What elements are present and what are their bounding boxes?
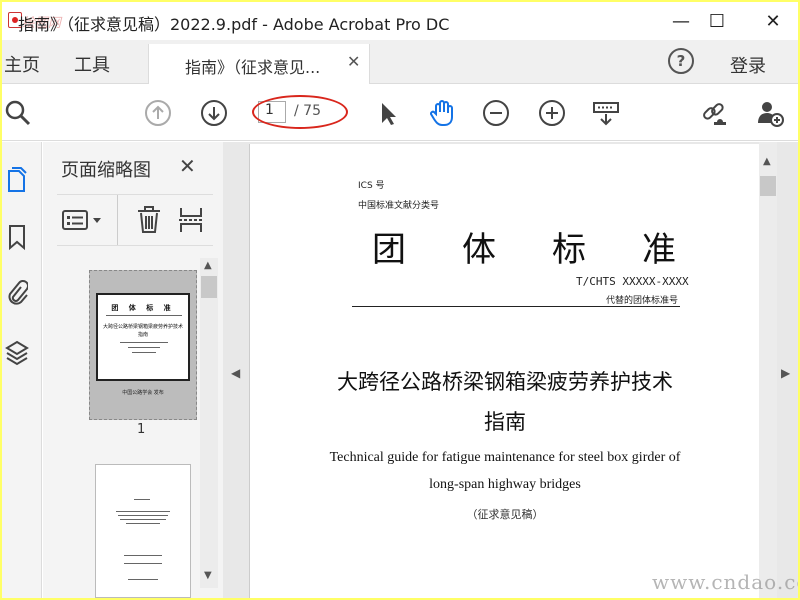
- attachment-icon[interactable]: [4, 278, 30, 308]
- thumbnail-2-text-line: [126, 523, 160, 524]
- pdf-page: ICS 号 中国标准文献分类号 团体标准 T/CHTS XXXXX-XXXX 代…: [249, 144, 759, 598]
- draft-note: （征求意见稿）: [466, 508, 544, 521]
- page-thumbnail-2[interactable]: [95, 464, 191, 598]
- thumbnail-1-footer: 中国公路学会 发布: [122, 390, 164, 396]
- thumbnail-1-rule: [106, 315, 182, 316]
- thumbnail-1-page: 团 体 标 准 大跨径公路桥梁钢箱梁疲劳养护技术 指南: [96, 293, 190, 381]
- options-menu-icon[interactable]: [61, 207, 105, 239]
- thumbnail-2-text-line: [118, 515, 168, 516]
- help-button[interactable]: ?: [668, 48, 694, 74]
- close-tab-button[interactable]: ✕: [347, 52, 360, 71]
- thumbnail-2-text-line: [134, 499, 150, 500]
- login-button[interactable]: 登录: [730, 52, 766, 78]
- tab-home[interactable]: 主页: [4, 51, 40, 77]
- delete-page-icon[interactable]: [135, 205, 163, 239]
- thumbnail-scroll-thumb[interactable]: [201, 276, 217, 298]
- ics-number: ICS 号: [358, 181, 385, 191]
- panel-toolbar: [57, 194, 213, 246]
- read-mode-icon[interactable]: [590, 97, 622, 129]
- page-thumbnails-panel: 页面缩略图 ✕ 团 体 标 准 大跨径公路桥梁钢箱梁疲劳养护技术 指南 中国公路…: [43, 142, 223, 598]
- document-tab-label: 指南》（征求意见...: [185, 58, 321, 77]
- thumbnail-1-text-line: [120, 342, 168, 343]
- replaces-note: 代替的团体标准号: [606, 296, 679, 306]
- doc-scroll-up-icon[interactable]: ▲: [763, 156, 771, 167]
- next-page-icon[interactable]: [198, 97, 230, 129]
- page-number-input[interactable]: 1: [258, 101, 286, 123]
- right-panel-gutter[interactable]: ▶: [777, 142, 798, 598]
- layers-icon[interactable]: [4, 338, 30, 368]
- extract-page-icon[interactable]: [177, 205, 205, 239]
- thumbnail-2-text-line: [124, 563, 162, 564]
- title-bar: 绘图网 指南》（征求意见稿）2022.9.pdf - Adobe Acrobat…: [2, 2, 798, 40]
- main-toolbar: 1 / 75: [2, 85, 798, 141]
- document-title-en-line1: Technical guide for fatigue maintenance …: [329, 450, 681, 465]
- search-icon[interactable]: [2, 97, 34, 129]
- header-rule: [352, 306, 680, 307]
- bookmark-icon[interactable]: [4, 222, 30, 252]
- scroll-down-icon[interactable]: ▼: [204, 570, 212, 581]
- thumbnail-2-text-line: [116, 511, 170, 512]
- classification-number: 中国标准文献分类号: [358, 201, 440, 211]
- app-window: 绘图网 指南》（征求意见稿）2022.9.pdf - Adobe Acrobat…: [2, 2, 798, 598]
- prev-page-icon[interactable]: [142, 97, 174, 129]
- tab-tools[interactable]: 工具: [74, 51, 110, 77]
- zoom-out-icon[interactable]: [480, 97, 512, 129]
- maximize-button[interactable]: ☐: [690, 2, 744, 40]
- tab-document[interactable]: 指南》（征求意见... ✕: [148, 44, 370, 84]
- document-scroll-thumb[interactable]: [760, 176, 776, 196]
- standard-code: T/CHTS XXXXX-XXXX: [576, 275, 689, 288]
- thumbnail-1-text-line: [128, 347, 160, 348]
- thumbnail-2-text-line: [128, 579, 158, 580]
- page-thumbnail-1[interactable]: 团 体 标 准 大跨径公路桥梁钢箱梁疲劳养护技术 指南 中国公路学会 发布: [89, 270, 197, 420]
- panel-title: 页面缩略图: [61, 160, 151, 181]
- document-big-title: 团体标准: [372, 230, 732, 270]
- add-user-icon[interactable]: [754, 97, 786, 129]
- page-total-label: / 75: [294, 103, 321, 119]
- document-title-cn-line1: 大跨径公路桥梁钢箱梁疲劳养护技术: [337, 370, 673, 394]
- page-thumbnails-icon[interactable]: [4, 164, 30, 194]
- thumbnail-1-heading: 团 体 标 准: [111, 304, 175, 312]
- collapse-left-icon[interactable]: ◀: [231, 366, 240, 380]
- left-nav-column: [2, 142, 42, 598]
- zoom-in-icon[interactable]: [536, 97, 568, 129]
- share-link-icon[interactable]: [698, 97, 730, 129]
- window-title: 指南》（征求意见稿）2022.9.pdf - Adobe Acrobat Pro…: [18, 15, 450, 34]
- thumbnail-2-text-line: [124, 555, 162, 556]
- watermark-bottom-right: www.cndao.com: [652, 570, 798, 594]
- document-view: ICS 号 中国标准文献分类号 团体标准 T/CHTS XXXXX-XXXX 代…: [249, 142, 798, 598]
- thumbnail-1-text-line: [132, 352, 156, 353]
- thumbnail-scrollbar[interactable]: ▲ ▼: [200, 258, 218, 588]
- thumbnail-1-subheading: 大跨径公路桥梁钢箱梁疲劳养护技术: [102, 324, 183, 330]
- tab-bar: 主页 工具 指南》（征求意见... ✕ ? 登录: [2, 40, 798, 84]
- scroll-up-icon[interactable]: ▲: [204, 260, 212, 271]
- document-title-en-line2: long-span highway bridges: [429, 477, 581, 492]
- close-window-button[interactable]: ✕: [746, 2, 798, 40]
- toolbar-divider: [117, 195, 118, 245]
- document-title-cn-line2: 指南: [484, 410, 526, 434]
- panel-collapse-gutter[interactable]: ◀: [223, 142, 249, 598]
- select-cursor-icon[interactable]: [372, 97, 404, 129]
- thumbnail-2-text-line: [120, 519, 166, 520]
- thumbnail-1-label: 1: [137, 422, 146, 437]
- expand-right-icon[interactable]: ▶: [781, 366, 790, 380]
- hand-tool-icon[interactable]: [426, 97, 458, 129]
- close-panel-button[interactable]: ✕: [179, 154, 196, 178]
- page-navigator: 1 / 75: [254, 99, 342, 125]
- thumbnail-1-subheading-2: 指南: [137, 332, 148, 338]
- document-scrollbar[interactable]: ▲: [759, 142, 777, 598]
